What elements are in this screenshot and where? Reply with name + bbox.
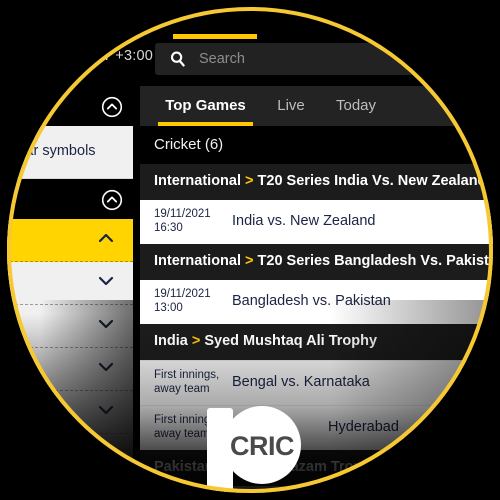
sidebar-section-header-1[interactable] <box>7 86 133 126</box>
tab-today[interactable]: Today <box>328 86 384 126</box>
search-placeholder: Search <box>199 51 245 67</box>
sportsbook-app: MT +3:00 Search star symbols ue Top Game… <box>7 7 493 493</box>
chevron-down-icon[interactable] <box>97 446 115 460</box>
sidebar-item-0[interactable] <box>7 219 133 262</box>
tab-label: Top Games <box>165 97 246 114</box>
sidebar-info-label: on star symbols <box>7 143 96 159</box>
sidebar-item-2[interactable] <box>7 305 133 348</box>
search-input[interactable]: Search <box>155 43 493 75</box>
league-region: International <box>154 253 242 269</box>
tab-live[interactable]: Live <box>270 86 312 126</box>
breadcrumb-separator: > <box>245 253 254 269</box>
sport-header[interactable]: Cricket (6) <box>140 126 493 164</box>
sidebar-item-3[interactable] <box>7 348 133 391</box>
league-region: India <box>154 333 188 349</box>
screenshot-stage: MT +3:00 Search star symbols ue Top Game… <box>0 0 500 500</box>
brand-logo: CRIC <box>205 404 305 493</box>
match-row[interactable]: First innings, away team Hyderabad <box>140 405 493 450</box>
sidebar-item-label: ue <box>38 447 55 463</box>
match-teams: Hyderabad <box>328 419 399 435</box>
match-teams: India vs. New Zealand <box>232 213 376 229</box>
tab-label: Live <box>277 97 305 114</box>
league-name: Syed Mushtaq Ali Trophy <box>204 333 378 349</box>
match-date: 19/11/2021 <box>154 288 211 300</box>
top-bar: MT +3:00 Search <box>7 7 493 80</box>
chevron-down-icon[interactable] <box>97 360 115 374</box>
match-row[interactable]: First innings, away team Bengal vs. Karn… <box>140 360 493 405</box>
tab-bar: Top Games Live Today <box>140 86 493 126</box>
sidebar-item-1[interactable] <box>7 262 133 305</box>
chevron-up-icon[interactable] <box>97 231 115 245</box>
tab-top-games[interactable]: Top Games <box>158 86 253 126</box>
sidebar-item-6[interactable] <box>7 489 133 493</box>
league-header[interactable]: International > T20 Series Bangladesh Vs… <box>140 244 493 280</box>
league-header[interactable]: Pakistan > Quaid-E-azam Trophy <box>140 450 493 486</box>
match-row[interactable]: 19/11/2021 16:30 India vs. New Zealand <box>140 200 493 244</box>
match-date: 19/11/2021 <box>154 208 211 220</box>
sidebar-section-header-2[interactable] <box>7 179 133 219</box>
chevron-up-circle-icon[interactable] <box>101 189 123 216</box>
league-name: T20 Series India Vs. New Zealand <box>257 173 487 189</box>
circular-viewport: MT +3:00 Search star symbols ue Top Game… <box>7 7 493 493</box>
chevron-down-icon[interactable] <box>97 274 115 288</box>
breadcrumb-separator: > <box>191 333 201 349</box>
league-header[interactable]: International > T20 Series India Vs. New… <box>140 164 493 200</box>
search-icon <box>169 50 187 68</box>
match-time: 13:00 <box>154 302 183 314</box>
sidebar-item-4[interactable] <box>7 391 133 434</box>
breadcrumb-separator: > <box>245 173 254 189</box>
tab-label: Today <box>335 97 377 114</box>
left-sidebar: on star symbols <box>7 86 133 493</box>
league-header[interactable]: India > Syed Mushtaq Ali Trophy <box>140 324 493 360</box>
league-region: International <box>154 173 242 189</box>
chevron-up-circle-icon[interactable] <box>101 96 123 123</box>
svg-text:CRIC: CRIC <box>230 431 294 461</box>
chevron-down-icon[interactable] <box>97 403 115 417</box>
match-time: 16:30 <box>154 222 183 234</box>
match-row[interactable]: 19/11/2021 13:00 Bangladesh vs. Pakistan <box>140 280 493 324</box>
sidebar-info-row: on star symbols <box>7 126 133 179</box>
match-status-line1: First innings, <box>154 369 220 381</box>
chevron-down-icon[interactable] <box>97 317 115 331</box>
league-name: T20 Series Bangladesh Vs. Pakistan <box>257 253 493 269</box>
match-teams: Bengal vs. Karnataka <box>232 374 370 390</box>
match-status-line2: away team <box>154 383 210 395</box>
timezone-label: MT +3:00 <box>90 48 153 64</box>
match-teams: Bangladesh vs. Pakistan <box>232 293 391 309</box>
sidebar-item-5[interactable]: ue <box>7 434 133 477</box>
sport-header-label: Cricket (6) <box>154 136 224 153</box>
main-panel: Top Games Live Today Cricket (6) Interna… <box>140 86 493 493</box>
active-menu-underline <box>173 34 257 39</box>
sidebar-spacer <box>7 477 133 489</box>
